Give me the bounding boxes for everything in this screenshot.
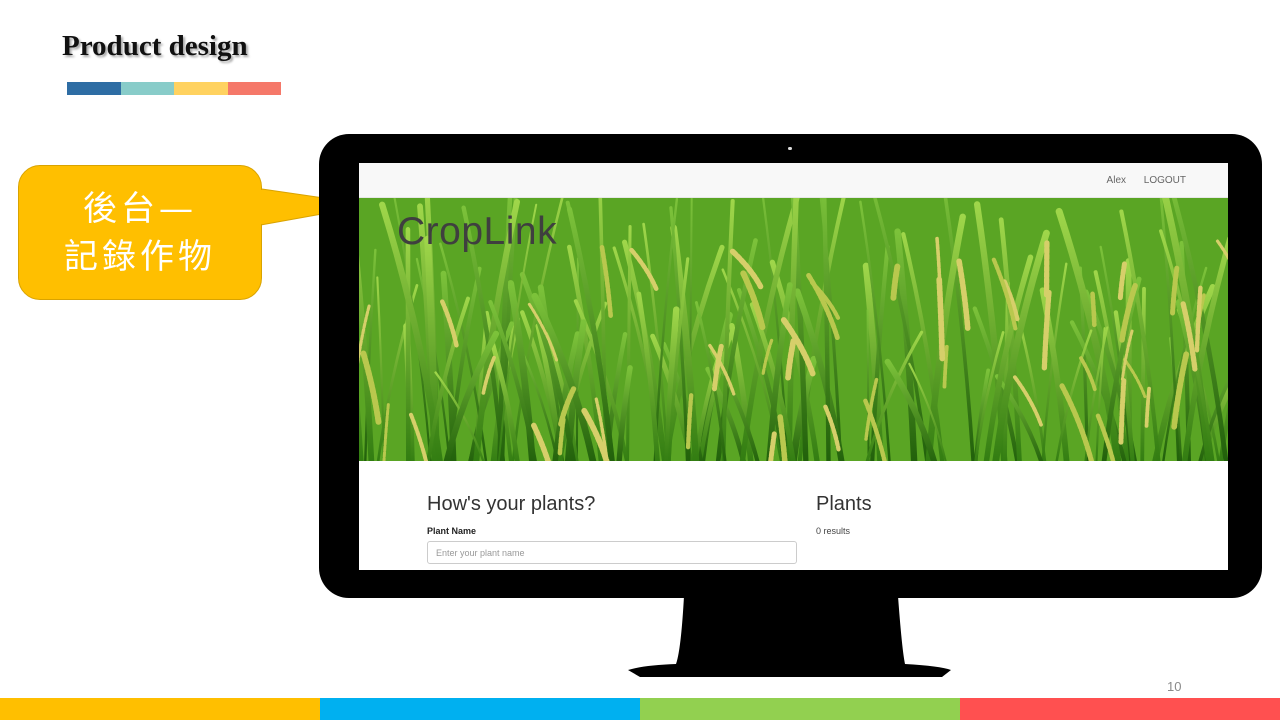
accent-segment: [227, 82, 281, 95]
plant-name-placeholder: Enter your plant name: [436, 548, 525, 558]
plant-name-label: Plant Name: [427, 526, 477, 536]
nav-user-link[interactable]: Alex: [1107, 175, 1126, 186]
callout-bubble: 後台— 記錄作物: [18, 165, 262, 300]
camera-icon: [788, 147, 792, 150]
footer-segment: [0, 698, 320, 720]
results-count: 0 results: [816, 526, 851, 536]
rice-grain: [1144, 386, 1152, 428]
hero-banner: CropLink: [359, 198, 1228, 461]
form-heading: How's your plants?: [427, 493, 596, 515]
footer-segment: [640, 698, 960, 720]
top-navbar: Alex LOGOUT: [359, 163, 1228, 198]
callout-line-1: 後台—: [83, 188, 197, 229]
logout-link[interactable]: LOGOUT: [1144, 175, 1186, 186]
page-number: 10: [1167, 679, 1182, 694]
accent-segment: [120, 82, 174, 95]
footer-color-bar: [0, 698, 1280, 720]
plants-heading: Plants: [816, 493, 872, 515]
app-screen: Alex LOGOUT CropLink How's your plants? …: [359, 163, 1228, 570]
rice-leaf: [1140, 286, 1146, 461]
plant-name-input[interactable]: Enter your plant name: [427, 541, 797, 564]
plant-form: How's your plants? Plant Name Enter your…: [427, 493, 797, 564]
footer-segment: [960, 698, 1280, 720]
callout-line-2: 記錄作物: [64, 236, 216, 277]
rice-grain: [1090, 291, 1097, 328]
rice-grain: [1118, 378, 1127, 445]
brand-logo[interactable]: CropLink: [397, 210, 557, 254]
title-accent-bar: [67, 82, 281, 95]
slide-title: Product design: [62, 30, 248, 62]
rice-grain: [890, 263, 901, 301]
accent-segment: [67, 82, 121, 95]
accent-segment: [174, 82, 228, 95]
footer-segment: [320, 698, 640, 720]
plants-panel: Plants 0 results: [816, 493, 1116, 536]
